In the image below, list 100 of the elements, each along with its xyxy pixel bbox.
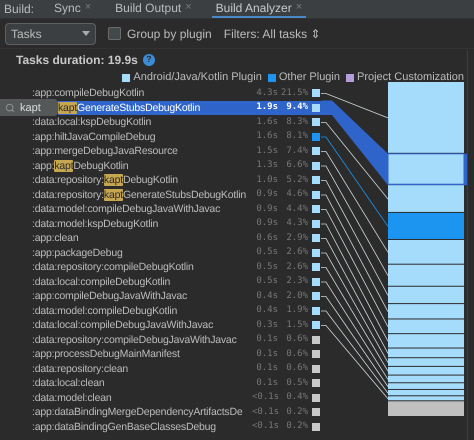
task-row[interactable]: :app:mergeDebugJavaResource 1.5s 7.4% bbox=[0, 144, 322, 158]
tab-label: Build Analyzer bbox=[216, 0, 292, 16]
task-row[interactable]: :data:model:compileDebugJavaWithJavac 0.9s 4.4% bbox=[0, 202, 322, 216]
task-percent: 2.6% bbox=[285, 260, 308, 274]
task-row[interactable]: :data:repository:clean 0.1s 0.6% bbox=[0, 362, 322, 376]
task-percent: 8.1% bbox=[285, 130, 308, 143]
legend-label: Other Plugin bbox=[278, 70, 340, 86]
task-name: :data:repository:kaptDebugKotlin bbox=[31, 173, 179, 188]
task-name: :app:compileDebugKotlin bbox=[31, 86, 146, 100]
task-duration: <0.1s bbox=[252, 391, 278, 404]
task-row[interactable]: :data:repository:compileDebugKotlin 0.5s 2.6% bbox=[0, 260, 322, 274]
task-row[interactable]: :data:local:clean 0.1s 0.5% bbox=[0, 376, 322, 390]
task-percent: 9.4% bbox=[285, 101, 308, 114]
tab[interactable]: Build Output × bbox=[111, 0, 196, 18]
task-name: :app:mergeDebugJavaResource bbox=[31, 144, 179, 158]
task-row[interactable]: :app:clean 0.6s 2.9% bbox=[0, 231, 322, 246]
search-field[interactable]: kapt bbox=[0, 99, 58, 116]
task-row[interactable]: :data:repository:kaptDebugKotlin 1.0s 5.2% bbox=[0, 173, 322, 188]
task-percent: 7.4% bbox=[285, 144, 308, 158]
task-name: :data:model:compileDebugKotlin bbox=[31, 304, 178, 318]
task-name: :data:repository:compileDebugJavaWithJavac bbox=[31, 332, 238, 347]
task-percent: 4.4% bbox=[285, 202, 308, 216]
task-duration: 0.1s bbox=[255, 348, 278, 360]
task-duration: 1.6s bbox=[255, 116, 278, 128]
task-percent: 0.6% bbox=[285, 362, 308, 375]
task-row[interactable]: :data:local:compileDebugKotlin 0.5s 2.3% bbox=[0, 274, 322, 289]
task-duration: 0.5s bbox=[255, 275, 278, 288]
task-percent: 2.0% bbox=[285, 290, 308, 302]
task-row[interactable]: :data:local:kspDebugKotlin 1.6s 8.3% bbox=[0, 115, 322, 130]
task-name: :data:model:compileDebugJavaWithJavac bbox=[31, 202, 222, 216]
task-duration: 0.1s bbox=[255, 333, 278, 346]
task-duration: 4.3s bbox=[255, 86, 278, 100]
task-duration: 0.4s bbox=[255, 304, 278, 317]
task-row[interactable]: :app:kaptDebugKotlin 1.3s 6.6% bbox=[0, 158, 322, 173]
task-name: :app:hiltJavaCompileDebug bbox=[31, 130, 156, 144]
filters-dropdown[interactable]: Filters: All tasks ⇕ bbox=[224, 24, 320, 42]
task-percent: 5.2% bbox=[285, 174, 308, 186]
task-name: :data:model:kspDebugKotlin bbox=[31, 216, 160, 231]
task-row[interactable]: :app:hiltJavaCompileDebug 1.6s 8.1% bbox=[0, 130, 322, 144]
caret-icon bbox=[82, 31, 90, 36]
task-percent: 0.6% bbox=[285, 348, 308, 360]
task-name: :app:packageDebug bbox=[31, 246, 124, 260]
task-name: :app:processDebugMainManifest bbox=[31, 347, 181, 362]
legend-label: Project Customization bbox=[357, 70, 464, 86]
task-percent: 0.6% bbox=[285, 333, 308, 346]
task-duration: 1.5s bbox=[255, 144, 278, 158]
task-duration: 1.0s bbox=[255, 174, 278, 186]
task-row[interactable]: :app:dataBindingMergeDependencyArtifactsDe <0.1s 0.2% bbox=[0, 405, 322, 420]
legend-label: Android/Java/Kotlin Plugin bbox=[133, 70, 262, 86]
task-name: :data:local:clean bbox=[31, 376, 106, 390]
task-percent: 0.5% bbox=[285, 376, 308, 390]
task-row[interactable]: :app:processDebugMainManifest 0.1s 0.6% bbox=[0, 347, 322, 362]
task-duration: 0.1s bbox=[255, 362, 278, 375]
task-name: :data:repository:clean bbox=[31, 362, 129, 376]
task-row[interactable]: :data:model:clean <0.1s 0.4% bbox=[0, 390, 322, 405]
task-duration: 0.9s bbox=[255, 188, 278, 201]
task-duration: 1.6s bbox=[255, 130, 278, 143]
dropdown-value: Tasks bbox=[11, 26, 42, 42]
task-percent: 0.2% bbox=[285, 420, 308, 433]
task-duration: 0.4s bbox=[255, 290, 278, 302]
task-percent: 0.2% bbox=[285, 406, 308, 418]
task-name: :data:repository:kaptGenerateStubsDebugKotlin bbox=[31, 188, 247, 202]
task-row[interactable]: :app:compileDebugKotlin 4.3s 21.5% bbox=[0, 86, 322, 100]
task-duration: 1.9s bbox=[255, 101, 278, 114]
task-duration: <0.1s bbox=[252, 406, 278, 418]
view-dropdown[interactable]: Tasks bbox=[5, 22, 96, 44]
task-row[interactable]: :data:model:kspDebugKotlin 0.9s 4.3% bbox=[0, 216, 322, 231]
tasks-duration-title: Tasks duration: 19.9s bbox=[16, 52, 138, 69]
task-name: :data:repository:compileDebugKotlin bbox=[31, 260, 195, 274]
task-percent: 1.5% bbox=[285, 318, 308, 332]
tab[interactable]: Build Analyzer × bbox=[212, 0, 306, 18]
task-row[interactable]: :data:model:compileDebugKotlin 0.4s 1.9% bbox=[0, 304, 322, 318]
task-duration: <0.1s bbox=[252, 420, 278, 433]
task-percent: 0.4% bbox=[285, 391, 308, 404]
task-row[interactable]: :app:packageDebug 0.5s 2.6% bbox=[0, 246, 322, 260]
tab[interactable]: Sync × bbox=[50, 0, 96, 18]
leader-line bbox=[320, 93, 388, 118]
group-by-plugin-checkbox[interactable]: Group by plugin bbox=[108, 24, 212, 42]
task-name: :app:dataBindingGenBaseClassesDebug bbox=[31, 420, 217, 434]
task-row[interactable]: :data:repository:compileDebugJavaWithJavac 0.1s 0.6% bbox=[0, 332, 322, 347]
help-icon[interactable]: ? bbox=[142, 54, 155, 66]
task-percent: 4.6% bbox=[285, 188, 308, 201]
task-name: :app:compileDebugJavaWithJavac bbox=[31, 289, 188, 304]
task-percent: 6.6% bbox=[285, 159, 308, 172]
task-percent: 2.9% bbox=[285, 232, 308, 244]
tab-bar-label: Build: bbox=[4, 1, 34, 18]
task-percent: 2.3% bbox=[285, 275, 308, 288]
task-row[interactable]: :data:local:compileDebugJavaWithJavac 0.3s 1.5% bbox=[0, 318, 322, 332]
task-duration: 0.6s bbox=[255, 232, 278, 244]
task-duration: 0.3s bbox=[255, 318, 278, 332]
tab-label: Build Output bbox=[115, 0, 182, 16]
task-row[interactable]: :app:dataBindingGenBaseClassesDebug <0.1s 0.2% bbox=[0, 420, 322, 434]
task-row[interactable]: :app:compileDebugJavaWithJavac 0.4s 2.0% bbox=[0, 289, 322, 304]
tab-label: Sync bbox=[54, 0, 81, 16]
task-duration: 0.5s bbox=[255, 246, 278, 259]
task-duration: 0.9s bbox=[255, 202, 278, 216]
task-name: :app:clean bbox=[31, 231, 80, 246]
task-percent: 8.3% bbox=[285, 116, 308, 128]
task-row[interactable]: :data:repository:kaptGenerateStubsDebugKotlin 0.9s 4.6% bbox=[0, 188, 322, 202]
task-duration: 0.5s bbox=[255, 260, 278, 274]
